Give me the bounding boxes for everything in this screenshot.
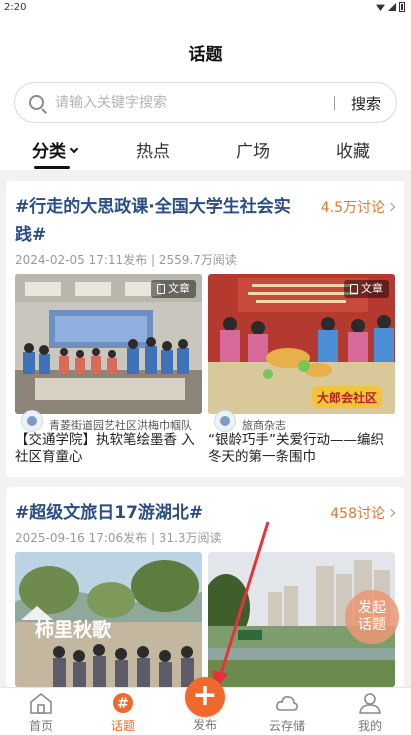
tab-category-label: 分类 (32, 142, 66, 162)
chevron-right-icon (386, 508, 396, 518)
tab-category[interactable]: 分类 (32, 137, 79, 162)
create-topic-button[interactable]: 发起 话题 (345, 590, 399, 644)
topic-title[interactable]: #超级文旅日17游湖北# (15, 499, 315, 527)
post-type-badge: 文章 (151, 280, 196, 298)
topic-meta: 2024-02-05 17:11发布 | 2559.7万阅读 (15, 253, 237, 267)
nav-home[interactable]: 首页 (0, 688, 82, 735)
tab-hot[interactable]: 热点 (136, 137, 170, 162)
post-title: “银龄巧手”关爱行动——编织冬天的第一条围巾 (208, 432, 384, 465)
source-avatar (21, 410, 43, 432)
create-topic-line1: 发起 (358, 600, 386, 616)
tab-favorites[interactable]: 收藏 (336, 137, 370, 162)
post-image: 大郎会社区 文章 (208, 274, 395, 414)
post-type-label: 文章 (168, 282, 190, 295)
source-avatar (214, 410, 236, 432)
publish-button[interactable]: + (185, 677, 225, 717)
discussion-count-text: 4.5万讨论 (320, 200, 385, 216)
cloud-icon (276, 696, 298, 711)
nav-topics-label: 话题 (110, 719, 135, 733)
topic-card[interactable]: #超级文旅日17游湖北# 458讨论 2025-09-16 17:06发布 | … (6, 487, 404, 687)
topic-discussion-count[interactable]: 458讨论 (330, 503, 396, 523)
nav-mine[interactable]: 我的 (329, 688, 411, 735)
signal-icon (388, 3, 396, 11)
system-icons (376, 2, 405, 12)
category-tabs: 分类 热点 广场 收藏 (0, 133, 411, 169)
nav-topics[interactable]: # 话题 (82, 688, 164, 735)
nav-cloud-label: 云存储 (268, 719, 305, 733)
create-topic-line2: 话题 (358, 617, 386, 633)
page-title: 话题 (188, 45, 223, 65)
source-name: 青菱街道园艺社区洪梅巾帼队 (49, 419, 192, 432)
plus-icon: + (192, 678, 218, 713)
home-icon (30, 692, 52, 714)
post-source: 旅商杂志 (208, 410, 395, 432)
search-bar[interactable]: 搜索 (14, 82, 397, 123)
post-tile[interactable]: 文章 青菱街道园艺社区洪梅巾帼队 【交通学院】执软笔绘墨香 入社区育童心 (15, 274, 202, 474)
top-panel: 话题 搜索 分类 热点 广场 收藏 (0, 18, 411, 170)
tab-square[interactable]: 广场 (236, 137, 270, 162)
document-icon (350, 284, 358, 294)
hashtag-icon: # (113, 693, 133, 713)
post-tile[interactable]: 柿里秋歌 (15, 552, 202, 687)
battery-icon (399, 2, 405, 12)
svg-text:大郎会社区: 大郎会社区 (317, 390, 377, 405)
post-title: 【交通学院】执软笔绘墨香 入社区育童心 (15, 432, 195, 465)
post-image: 柿里秋歌 (15, 552, 202, 687)
topic-discussion-count[interactable]: 4.5万讨论 (320, 197, 396, 217)
image-banner-text: 柿里秋歌 (35, 618, 112, 641)
source-name: 旅商杂志 (242, 419, 286, 432)
nav-mine-label: 我的 (357, 719, 382, 733)
status-bar: 2:20 (0, 0, 411, 18)
topic-title[interactable]: #行走的大思政课·全国大学生社会实践# (15, 193, 305, 249)
wifi-icon (376, 4, 385, 11)
search-input[interactable] (55, 91, 325, 115)
post-type-badge: 文章 (344, 280, 389, 298)
nav-publish-label: 发布 (192, 718, 217, 732)
chevron-right-icon (386, 202, 396, 212)
user-icon (359, 693, 381, 714)
search-divider (334, 96, 335, 110)
post-source: 青菱街道园艺社区洪梅巾帼队 (15, 410, 202, 432)
post-image: 文章 (15, 274, 202, 414)
discussion-count-text: 458讨论 (330, 506, 385, 522)
chevron-down-icon (69, 144, 79, 154)
svg-text:#: # (117, 696, 129, 712)
document-icon (157, 284, 165, 294)
nav-cloud[interactable]: 云存储 (246, 688, 328, 735)
search-icon (29, 95, 44, 110)
search-button[interactable]: 搜索 (343, 93, 389, 114)
status-time: 2:20 (4, 2, 27, 13)
topic-card[interactable]: #行走的大思政课·全国大学生社会实践# 4.5万讨论 2024-02-05 17… (6, 181, 404, 477)
nav-home-label: 首页 (28, 719, 53, 733)
post-tile[interactable]: 大郎会社区 文章 旅商杂志 “银龄巧手”关爱行动——编织冬天的第一条围巾 (208, 274, 395, 474)
post-type-label: 文章 (361, 282, 383, 295)
topic-meta: 2025-09-16 17:06发布 | 31.3万阅读 (15, 531, 222, 545)
tab-active-indicator (34, 166, 70, 169)
